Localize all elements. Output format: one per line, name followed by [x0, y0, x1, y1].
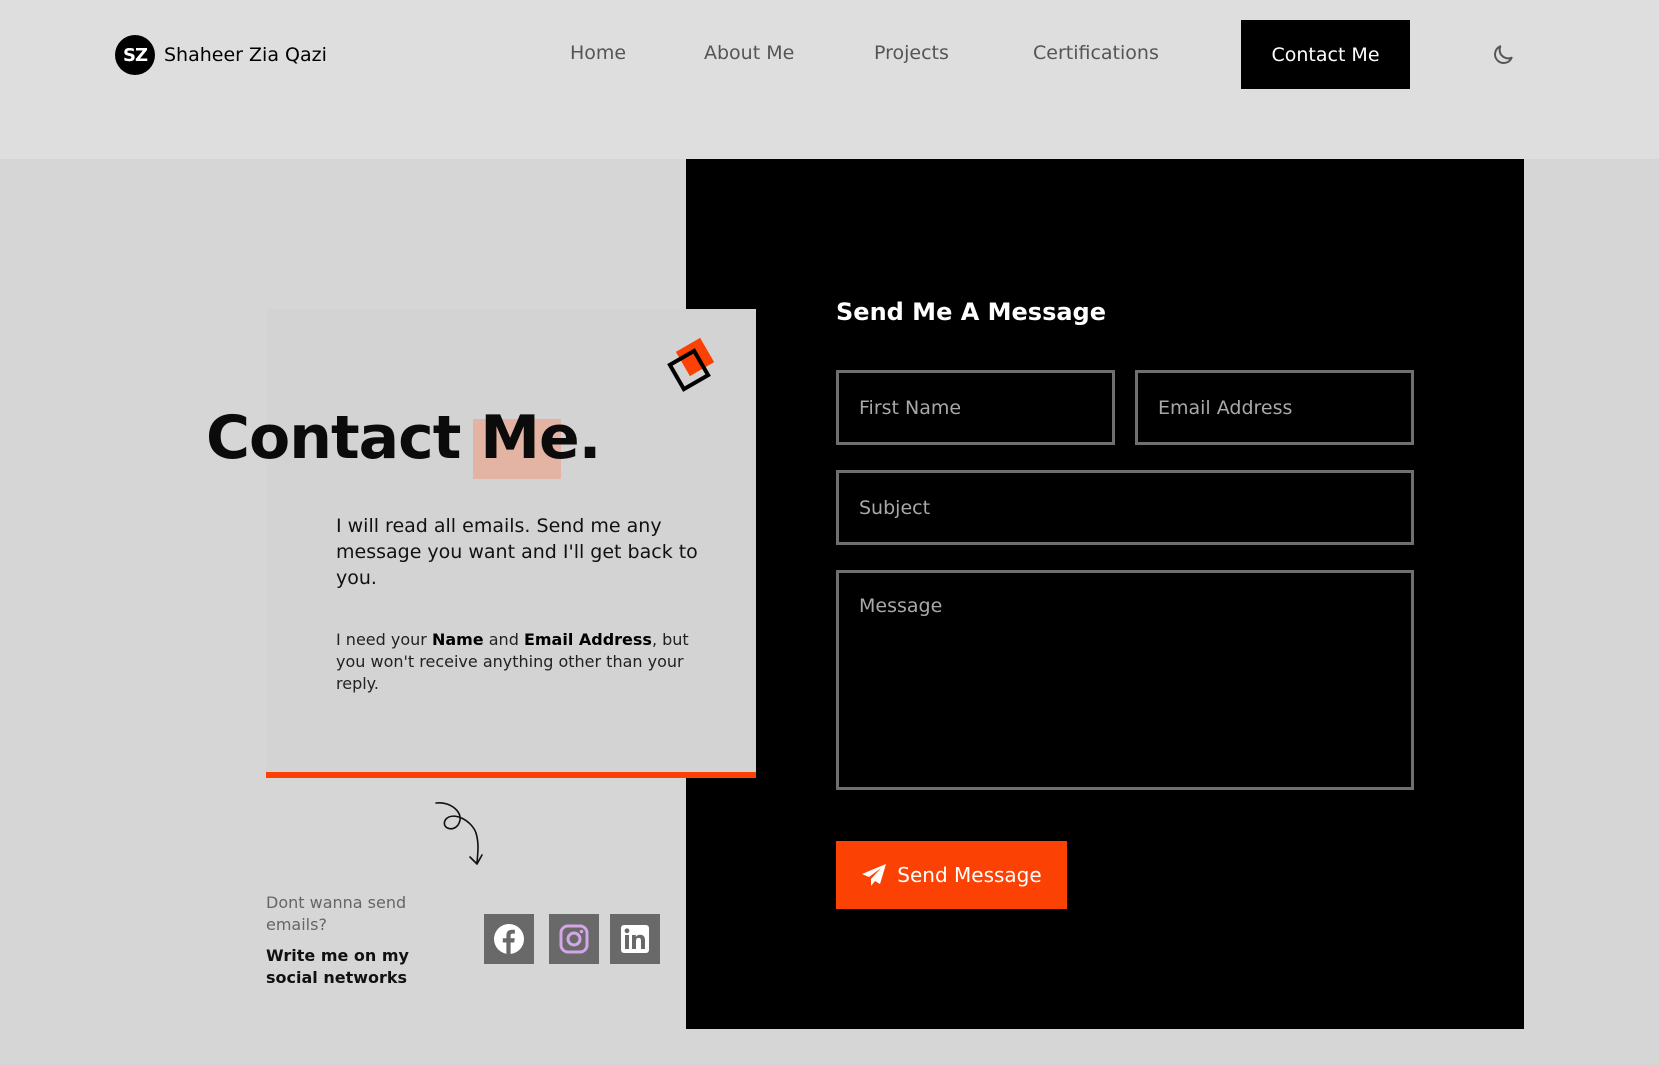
moon-icon[interactable]: [1490, 42, 1516, 68]
page-title: Contact Me.: [206, 403, 601, 473]
subject-field[interactable]: [836, 470, 1414, 545]
nav-home[interactable]: Home: [570, 42, 626, 64]
diamond-decoration-icon: [666, 337, 720, 396]
email-field[interactable]: [1135, 370, 1414, 445]
social-cta: Write me on my social networks: [266, 946, 409, 987]
site-header: SZ Shaheer Zia Qazi Home About Me Projec…: [0, 0, 1659, 159]
form-title: Send Me A Message: [836, 298, 1107, 326]
send-message-button[interactable]: Send Message: [836, 841, 1067, 909]
paper-plane-icon: [862, 864, 887, 886]
social-question: Dont wanna send emails?: [266, 893, 407, 934]
curly-arrow-icon: [432, 799, 488, 869]
note-name: Name: [431, 630, 484, 649]
message-field[interactable]: [836, 570, 1414, 790]
brand-name[interactable]: Shaheer Zia Qazi: [164, 44, 327, 66]
nav-about-me[interactable]: About Me: [704, 42, 794, 64]
instagram-icon[interactable]: [549, 914, 599, 964]
nav-projects[interactable]: Projects: [874, 42, 949, 64]
intro-lead-text: I will read all emails. Send me any mess…: [336, 515, 698, 589]
note-prefix: I need your: [336, 630, 432, 649]
nav-contact-me[interactable]: Contact Me: [1241, 20, 1410, 89]
facebook-icon[interactable]: [484, 914, 534, 964]
brand[interactable]: SZ Shaheer Zia Qazi: [115, 35, 327, 75]
send-message-label: Send Message: [897, 863, 1042, 887]
note-email: Email Address: [523, 630, 652, 649]
accent-divider: [266, 772, 756, 778]
nav-certifications[interactable]: Certifications: [1033, 42, 1159, 64]
first-name-field[interactable]: [836, 370, 1115, 445]
brand-logo[interactable]: SZ: [115, 35, 155, 75]
note-and: and: [483, 630, 524, 649]
linkedin-icon[interactable]: [610, 914, 660, 964]
intro-note-text: I need your Name and Email Address, but …: [336, 629, 706, 695]
